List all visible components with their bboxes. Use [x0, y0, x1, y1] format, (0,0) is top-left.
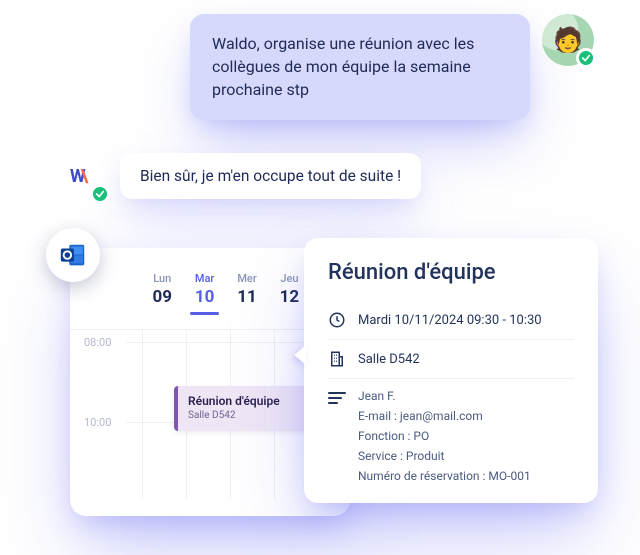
day-number-label: 10	[186, 287, 222, 307]
calendar-day[interactable]: Mer 11	[229, 272, 265, 307]
popover-pointer-icon	[294, 345, 306, 365]
bot-message-bubble: Bien sûr, je m'en occupe tout de suite !	[120, 153, 421, 199]
calendar-day[interactable]: Lun 09	[144, 272, 180, 307]
day-number-label: 12	[271, 287, 307, 307]
list-icon	[328, 392, 346, 404]
day-of-week-label: Mer	[229, 272, 265, 285]
user-message-row: Waldo, organise une réunion avec les col…	[190, 14, 594, 120]
calendar-day[interactable]: Mar 10	[186, 272, 222, 307]
presence-online-icon	[576, 48, 596, 68]
detail-organizer-block: Jean F. E-mail : jean@mail.com Fonction …	[328, 379, 574, 483]
bot-message-text: Bien sûr, je m'en occupe tout de suite !	[140, 167, 401, 185]
time-label: 10:00	[84, 416, 111, 429]
bot-avatar: W\	[50, 148, 106, 204]
user-message-text: Waldo, organise une réunion avec les col…	[212, 34, 474, 99]
detail-room-row: Salle D542	[328, 340, 574, 379]
event-detail-card: Réunion d'équipe Mardi 10/11/2024 09:30 …	[304, 238, 598, 503]
presence-online-icon	[90, 184, 110, 204]
outlook-icon	[46, 228, 100, 282]
calendar-day[interactable]: Jeu 12	[271, 272, 307, 307]
user-message-bubble: Waldo, organise une réunion avec les col…	[190, 14, 530, 120]
organizer-role: Fonction : PO	[358, 429, 531, 443]
day-of-week-label: Lun	[144, 272, 180, 285]
bot-message-row: W\ Bien sûr, je m'en occupe tout de suit…	[50, 148, 421, 204]
organizer-email: E-mail : jean@mail.com	[358, 409, 531, 423]
building-icon	[328, 350, 346, 368]
day-of-week-label: Mar	[186, 272, 222, 285]
day-of-week-label: Jeu	[271, 272, 307, 285]
organizer-reservation: Numéro de réservation : MO-001	[358, 469, 531, 483]
detail-datetime-row: Mardi 10/11/2024 09:30 - 10:30	[328, 301, 574, 340]
clock-icon	[328, 311, 346, 329]
event-location: Salle D542	[188, 410, 314, 421]
detail-room-text: Salle D542	[358, 352, 420, 367]
day-number-label: 11	[229, 287, 265, 307]
organizer-service: Service : Produit	[358, 449, 531, 463]
event-title: Réunion d'équipe	[188, 394, 314, 408]
grid-line	[142, 330, 143, 499]
user-avatar: 🧑	[542, 14, 594, 66]
detail-title: Réunion d'équipe	[328, 260, 574, 285]
calendar-event[interactable]: Réunion d'équipe Salle D542	[174, 386, 324, 431]
detail-datetime-text: Mardi 10/11/2024 09:30 - 10:30	[358, 313, 542, 328]
day-number-label: 09	[144, 287, 180, 307]
organizer-name: Jean F.	[358, 389, 531, 403]
time-label: 08:00	[84, 336, 111, 349]
